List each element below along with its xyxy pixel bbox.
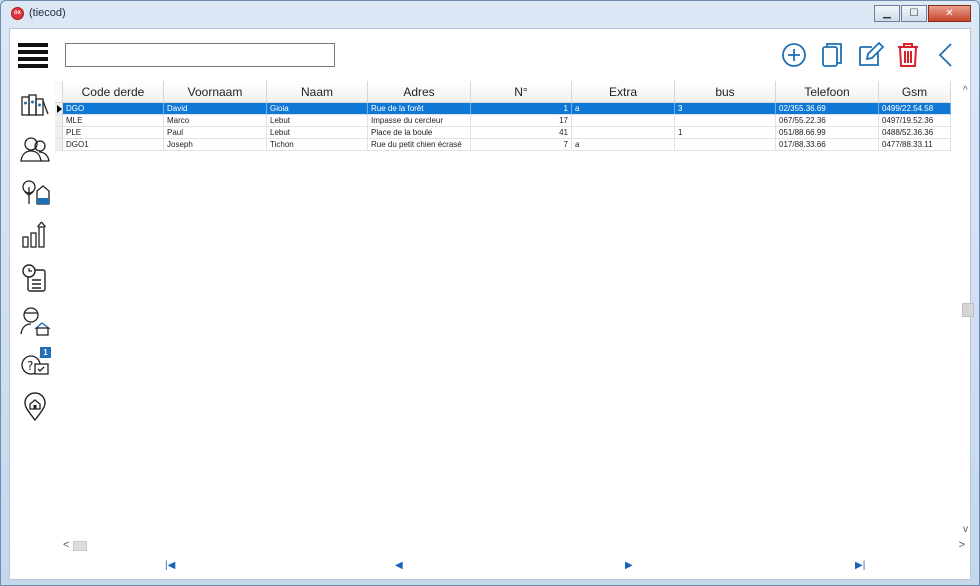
side-navigation: ? 1 bbox=[18, 89, 52, 433]
column-header[interactable]: Naam bbox=[267, 81, 368, 103]
data-grid: Code derde Voornaam Naam Adres N° Extra … bbox=[55, 81, 974, 567]
column-header[interactable]: bus bbox=[675, 81, 776, 103]
main-area: ? 1 Code derde Voornaam Naam Adres N° Ex… bbox=[9, 28, 974, 580]
first-record-icon[interactable]: |◀ bbox=[165, 560, 175, 571]
requests-icon[interactable]: ? 1 bbox=[18, 347, 52, 381]
column-header[interactable]: Adres bbox=[368, 81, 471, 103]
agent-icon[interactable] bbox=[18, 304, 52, 338]
table-cell-bus[interactable]: 3 bbox=[675, 103, 776, 115]
column-header[interactable]: Code derde bbox=[63, 81, 164, 103]
table-row[interactable]: DGO David Gioia Rue de la forêt 1 a 3 02/355.36… bbox=[55, 103, 951, 115]
app-logo-icon: ox bbox=[11, 7, 24, 20]
row-selector[interactable] bbox=[55, 115, 63, 127]
table-row[interactable]: PLE Paul Lebut Place de la boule 41 1 051/88.6… bbox=[55, 127, 951, 139]
hamburger-menu-icon[interactable] bbox=[18, 43, 48, 69]
table-cell-code[interactable]: PLE bbox=[63, 127, 164, 139]
table-cell-telefoon[interactable]: 051/88.66.99 bbox=[776, 127, 879, 139]
table-cell-telefoon[interactable]: 02/355.36.69 bbox=[776, 103, 879, 115]
table-cell-telefoon[interactable]: 017/88.33.66 bbox=[776, 139, 879, 151]
add-icon[interactable] bbox=[778, 39, 810, 71]
action-toolbar bbox=[778, 39, 962, 71]
row-selector[interactable] bbox=[55, 103, 63, 115]
table-cell-voornaam[interactable]: Paul bbox=[164, 127, 267, 139]
table-cell-telefoon[interactable]: 067/55.22.36 bbox=[776, 115, 879, 127]
table-cell-bus[interactable] bbox=[675, 115, 776, 127]
table-cell-naam[interactable]: Lebut bbox=[267, 127, 368, 139]
table-cell-voornaam[interactable]: Joseph bbox=[164, 139, 267, 151]
table-cell-extra[interactable] bbox=[572, 115, 675, 127]
header-row-selector bbox=[55, 81, 63, 103]
table-cell-gsm[interactable]: 0499/22.54.58 bbox=[879, 103, 951, 115]
table-cell-nr[interactable]: 1 bbox=[471, 103, 572, 115]
column-header[interactable]: Telefoon bbox=[776, 81, 879, 103]
scroll-right-icon[interactable]: > bbox=[959, 539, 965, 551]
table-cell-adres[interactable]: Place de la boule bbox=[368, 127, 471, 139]
table-cell-gsm[interactable]: 0497/19.52.36 bbox=[879, 115, 951, 127]
requests-badge: 1 bbox=[40, 347, 51, 358]
grid-header: Code derde Voornaam Naam Adres N° Extra … bbox=[55, 81, 951, 103]
delete-icon[interactable] bbox=[892, 39, 924, 71]
title-bar: ox (tiecod) ▁ ☐ ✕ bbox=[1, 1, 979, 27]
close-button[interactable]: ✕ bbox=[928, 5, 971, 22]
table-cell-extra[interactable] bbox=[572, 127, 675, 139]
table-cell-extra[interactable]: a bbox=[572, 103, 675, 115]
table-row[interactable]: MLE Marco Lebut Impasse du cercleur 17 067/55… bbox=[55, 115, 951, 127]
table-cell-nr[interactable]: 41 bbox=[471, 127, 572, 139]
search-input[interactable] bbox=[65, 43, 335, 67]
minimize-button[interactable]: ▁ bbox=[874, 5, 900, 22]
table-cell-naam[interactable]: Gioia bbox=[267, 103, 368, 115]
previous-record-icon[interactable]: ◀ bbox=[395, 560, 403, 571]
table-cell-naam[interactable]: Tichon bbox=[267, 139, 368, 151]
grid-body: DGO David Gioia Rue de la forêt 1 a 3 02/355.36… bbox=[55, 103, 951, 151]
edit-icon[interactable] bbox=[854, 39, 886, 71]
row-selector[interactable] bbox=[55, 127, 63, 139]
table-cell-gsm[interactable]: 0488/52.36.36 bbox=[879, 127, 951, 139]
location-icon[interactable] bbox=[18, 390, 52, 424]
row-selector[interactable] bbox=[55, 139, 63, 151]
horizontal-scrollbar[interactable]: < > bbox=[55, 539, 967, 553]
properties-icon[interactable] bbox=[18, 175, 52, 209]
app-window: ox (tiecod) ▁ ☐ ✕ ? 1 Code derde Voornaa… bbox=[0, 0, 980, 586]
column-header[interactable]: Gsm bbox=[879, 81, 951, 103]
column-header[interactable]: Voornaam bbox=[164, 81, 267, 103]
column-header[interactable]: N° bbox=[471, 81, 572, 103]
scroll-up-icon[interactable]: ^ bbox=[963, 85, 968, 96]
window-title: (tiecod) bbox=[29, 7, 66, 19]
documents-icon[interactable] bbox=[18, 89, 52, 123]
svg-text:?: ? bbox=[27, 359, 33, 373]
last-record-icon[interactable]: ▶| bbox=[855, 560, 865, 571]
table-cell-adres[interactable]: Rue du petit chien écrasé bbox=[368, 139, 471, 151]
next-record-icon[interactable]: ▶ bbox=[625, 560, 633, 571]
scroll-thumb[interactable] bbox=[962, 303, 974, 317]
column-header[interactable]: Extra bbox=[572, 81, 675, 103]
scroll-left-icon[interactable]: < bbox=[63, 539, 69, 551]
table-cell-extra[interactable]: a bbox=[572, 139, 675, 151]
table-cell-adres[interactable]: Impasse du cercleur bbox=[368, 115, 471, 127]
scroll-thumb[interactable] bbox=[73, 541, 87, 551]
record-navigator: |◀ ◀ ▶ ▶| bbox=[55, 556, 967, 576]
users-icon[interactable] bbox=[18, 132, 52, 166]
table-cell-voornaam[interactable]: David bbox=[164, 103, 267, 115]
table-cell-bus[interactable] bbox=[675, 139, 776, 151]
table-cell-gsm[interactable]: 0477/88.33.11 bbox=[879, 139, 951, 151]
window-controls: ▁ ☐ ✕ bbox=[873, 5, 971, 22]
table-cell-code[interactable]: MLE bbox=[63, 115, 164, 127]
copy-icon[interactable] bbox=[816, 39, 848, 71]
scroll-down-icon[interactable]: v bbox=[963, 524, 968, 535]
table-cell-adres[interactable]: Rue de la forêt bbox=[368, 103, 471, 115]
agenda-icon[interactable] bbox=[18, 261, 52, 295]
maximize-button[interactable]: ☐ bbox=[901, 5, 927, 22]
table-cell-code[interactable]: DGO1 bbox=[63, 139, 164, 151]
table-cell-nr[interactable]: 17 bbox=[471, 115, 572, 127]
vertical-scrollbar[interactable]: ^ v bbox=[961, 81, 975, 537]
table-row[interactable]: DGO1 Joseph Tichon Rue du petit chien écras… bbox=[55, 139, 951, 151]
statistics-icon[interactable] bbox=[18, 218, 52, 252]
table-cell-code[interactable]: DGO bbox=[63, 103, 164, 115]
back-icon[interactable] bbox=[930, 39, 962, 71]
table-cell-voornaam[interactable]: Marco bbox=[164, 115, 267, 127]
table-cell-nr[interactable]: 7 bbox=[471, 139, 572, 151]
table-cell-naam[interactable]: Lebut bbox=[267, 115, 368, 127]
table-cell-bus[interactable]: 1 bbox=[675, 127, 776, 139]
